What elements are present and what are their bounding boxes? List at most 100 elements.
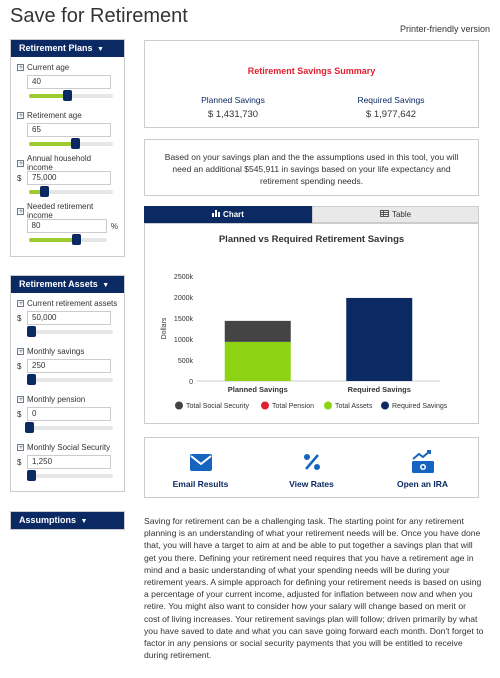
legend-swatch [261,401,269,410]
current-retirement-assets-slider-thumb[interactable] [26,326,36,337]
legend-swatch [381,401,389,410]
retirement-article: Saving for retirement can be a challengi… [144,516,484,661]
x-tick-label: Required Savings [348,385,411,394]
tab-chart-label: Chart [223,210,244,219]
money-growth-icon [368,449,478,475]
planned-savings-value: $ 1,431,730 [207,109,259,120]
savings-bar-chart: 0 500k 1000k 1500k 2000k 2500k Dollars Planned … [161,274,448,410]
expand-plus-icon[interactable]: + [17,299,24,307]
current-retirement-assets-input-row: $50,000 [17,311,118,325]
monthly-savings-field: + Monthly savings $250 [17,345,118,393]
needed-retirement-income-slider-fill [29,238,76,242]
annual-household-income-prefix: $ [17,173,22,183]
monthly-social-security-input[interactable]: 1,250 [27,455,111,469]
printer-friendly-link[interactable]: Printer-friendly version [400,24,490,34]
current-age-slider-thumb[interactable] [62,90,72,101]
monthly-pension-slider[interactable] [25,422,113,433]
monthly-savings-label-row: + Monthly savings [17,345,118,357]
caret-down-icon: ▼ [80,518,88,525]
needed-retirement-income-input-row: 80% [17,219,118,233]
annual-household-income-slider-thumb[interactable] [40,186,50,197]
annual-household-income-label-row: + Annual household income [17,154,118,172]
retirement-plans-title: Retirement Plans [19,43,93,53]
retirement-age-input-row: 65 [17,123,118,137]
expand-plus-icon[interactable]: + [17,347,24,355]
required-savings-label: Required Savings [357,95,425,105]
x-tick-label: Planned Savings [228,385,288,394]
retirement-age-input[interactable]: 65 [27,123,111,137]
retirement-plans-panel: Retirement Plans ▼ + Current age 40 + Retire… [10,39,125,257]
table-icon [379,210,389,219]
monthly-social-security-slider[interactable] [26,470,113,481]
tab-table-label: Table [391,210,412,219]
legend-label: Total Assets [335,403,373,410]
current-age-label-row: + Current age [17,61,118,73]
current-age-input[interactable]: 40 [27,75,111,89]
bar-required-savings [346,297,413,381]
monthly-savings-input-row: $250 [17,359,118,373]
expand-plus-icon[interactable]: + [17,395,24,403]
current-retirement-assets-label: Current retirement assets [27,298,118,308]
monthly-savings-input[interactable]: 250 [27,359,111,373]
needed-retirement-income-input[interactable]: 80 [26,219,107,233]
retirement-age-slider[interactable] [29,138,113,149]
bar-chart-icon [212,210,221,219]
needed-retirement-income-label: Needed retirement income [27,202,94,220]
envelope-icon [146,449,256,475]
open-ira-label: Open an IRA [396,479,448,489]
savings-message-card: Based on your savings plan and the the a… [144,139,479,196]
retirement-age-label-row: + Retirement age [17,109,118,121]
monthly-pension-label-row: + Monthly pension [17,393,118,405]
expand-plus-icon[interactable]: + [17,443,24,451]
current-retirement-assets-input[interactable]: 50,000 [27,311,111,325]
monthly-social-security-field: + Monthly Social Security $1,250 [17,441,118,489]
retirement-assets-panel: Retirement Assets ▼ + Current retirement … [10,275,125,492]
y-tick-label: 2500k [174,274,194,281]
expand-plus-icon[interactable]: + [17,159,24,167]
view-rates-label: View Rates [289,479,334,489]
open-ira-button[interactable]: Open an IRA [368,449,478,489]
current-age-slider-fill [29,94,67,98]
annual-household-income-input[interactable]: 75,000 [27,171,111,185]
percent-icon [257,449,367,475]
expand-plus-icon[interactable]: + [17,207,24,215]
actions-card: Email Results View Rates Open an IRA [144,437,479,498]
bar-total-social-security [224,320,291,342]
monthly-savings-slider[interactable] [26,374,113,385]
monthly-pension-slider-thumb[interactable] [25,422,34,433]
monthly-social-security-input-row: $1,250 [17,455,118,469]
monthly-savings-label: Monthly savings [27,346,85,356]
current-age-slider[interactable] [29,90,113,101]
monthly-social-security-label: Monthly Social Security [27,442,111,452]
email-results-button[interactable]: Email Results [146,449,256,489]
expand-plus-icon[interactable]: + [17,63,24,71]
current-retirement-assets-slider[interactable] [26,326,113,337]
current-age-input-row: 40 [17,75,118,89]
monthly-pension-input[interactable]: 0 [27,407,111,421]
y-axis-label: Dollars [161,317,168,339]
monthly-social-security-slider-thumb[interactable] [26,470,36,481]
tab-chart[interactable]: Chart [144,206,312,223]
legend-swatch [324,401,332,410]
tab-table[interactable]: Table [312,206,479,223]
retirement-assets-title: Retirement Assets [19,279,98,289]
monthly-savings-slider-thumb[interactable] [26,374,36,385]
retirement-plans-header[interactable]: Retirement Plans ▼ [11,40,124,57]
view-rates-button[interactable]: View Rates [257,449,367,489]
retirement-age-slider-thumb[interactable] [71,138,81,149]
savings-summary-card: Retirement Savings Summary Planned Savin… [144,40,479,128]
monthly-pension-input-row: $0 [17,407,118,421]
annual-household-income-label: Annual household income [27,154,92,172]
annual-household-income-field: + Annual household income $75,000 [17,154,118,205]
assumptions-header[interactable]: Assumptions ▼ [11,512,124,529]
y-tick-label: 1000k [174,337,194,344]
email-results-label: Email Results [172,479,229,489]
retirement-assets-header[interactable]: Retirement Assets ▼ [11,276,124,293]
caret-down-icon: ▼ [102,282,110,289]
retirement-age-slider-fill [29,142,76,146]
needed-retirement-income-slider-thumb[interactable] [71,234,81,245]
expand-plus-icon[interactable]: + [17,111,24,119]
annual-household-income-slider[interactable] [29,186,113,197]
needed-retirement-income-slider[interactable] [29,234,107,245]
caret-down-icon: ▼ [97,46,104,53]
